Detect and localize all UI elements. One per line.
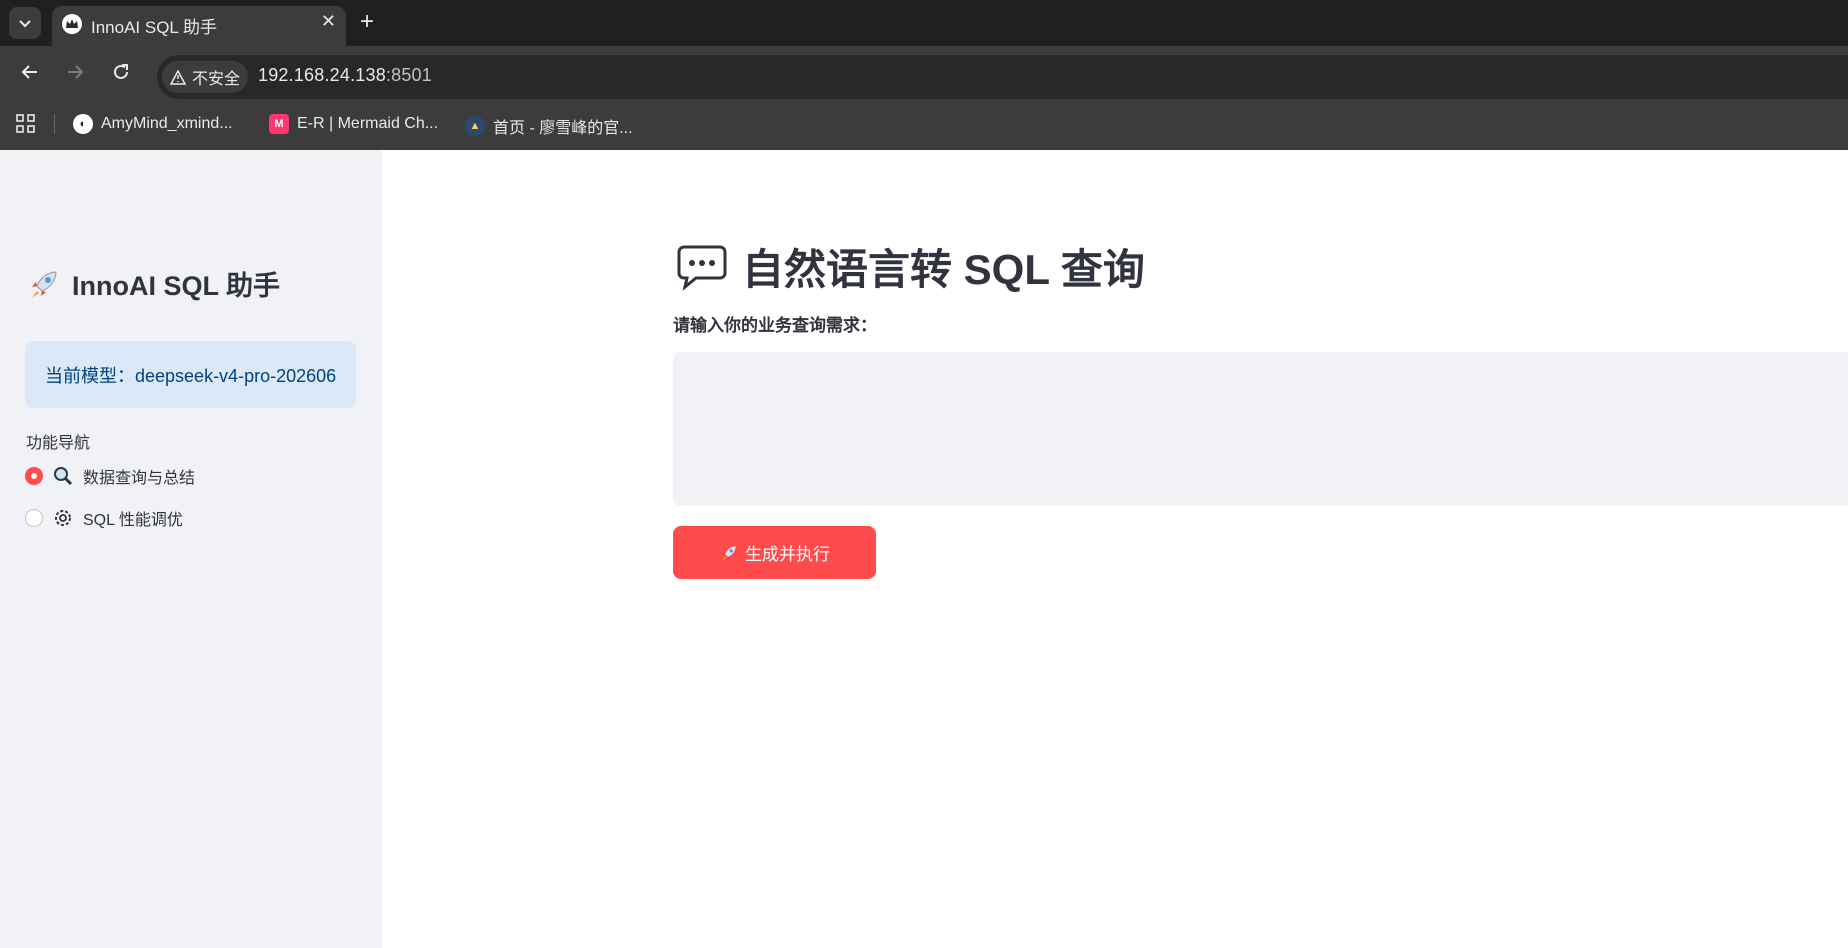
forward-button[interactable]: [61, 58, 89, 86]
sidebar-title: InnoAI SQL 助手: [26, 264, 280, 303]
back-arrow-icon: [21, 65, 37, 79]
query-input-label: 请输入你的业务查询需求：: [673, 316, 877, 335]
model-label: 当前模型：deepseek-v4-pro-202606: [45, 366, 337, 386]
gear-icon: [55, 510, 71, 526]
nav-option-label: SQL 性能调优: [83, 512, 183, 529]
magnifier-icon: [54, 467, 73, 486]
page-title: 自然语言转 SQL 查询: [676, 236, 1145, 297]
forward-arrow-icon: [68, 65, 84, 79]
security-chip[interactable]: 不安全: [162, 61, 248, 93]
rocket-icon: [722, 545, 736, 561]
generate-execute-label: 生成并执行: [745, 545, 830, 564]
url-host: 192.168.24.138: [258, 65, 386, 85]
nav-option-sql-tuning[interactable]: SQL 性能调优: [25, 506, 183, 530]
radio-unselected[interactable]: [25, 509, 43, 527]
reload-icon: [114, 64, 128, 79]
bookmark-label: E-R | Mermaid Ch...: [297, 115, 439, 132]
security-label: 不安全: [191, 71, 240, 88]
nav-option-data-query[interactable]: 数据查询与总结: [25, 464, 195, 488]
amymind-icon: ◐: [73, 114, 93, 134]
radio-selected[interactable]: [25, 467, 43, 485]
bookmark-label: 首页 - 廖雪峰的官...: [493, 120, 633, 137]
bookmark-mermaid[interactable]: M E-R | Mermaid Ch...: [269, 114, 438, 134]
crown-favicon-icon: [62, 14, 82, 34]
bookmark-amymind[interactable]: ◐ AmyMind_xmind...: [73, 114, 233, 134]
reload-button[interactable]: [107, 58, 135, 86]
tab-search-button[interactable]: [9, 7, 41, 39]
generate-execute-button[interactable]: 生成并执行: [673, 526, 876, 579]
query-textarea[interactable]: [673, 352, 1848, 506]
tab-title: InnoAI SQL 助手: [91, 18, 217, 37]
nav-label: 功能导航: [26, 435, 91, 452]
url-text[interactable]: 192.168.24.138:8501: [258, 65, 432, 86]
liaoxuefeng-icon: ▲: [465, 116, 485, 136]
model-info-box: 当前模型：deepseek-v4-pro-202606: [25, 341, 356, 408]
bookmarks-bar: ◐ AmyMind_xmind... M E-R | Mermaid Ch...…: [0, 100, 1848, 150]
main-content: 自然语言转 SQL 查询 请输入你的业务查询需求： 生成并执行: [382, 150, 1848, 948]
nav-option-label: 数据查询与总结: [83, 470, 196, 487]
mermaid-icon: M: [269, 114, 289, 134]
rocket-icon: [32, 270, 57, 298]
browser-toolbar: 不安全 192.168.24.138:8501: [0, 46, 1848, 100]
back-button[interactable]: [16, 58, 44, 86]
url-port: :8501: [385, 65, 432, 85]
sidebar: InnoAI SQL 助手 当前模型：deepseek-v4-pro-20260…: [0, 150, 382, 948]
new-tab-button[interactable]: +: [360, 8, 374, 36]
close-tab-icon[interactable]: ✕: [321, 11, 336, 32]
bookmark-liaoxuefeng[interactable]: ▲ 首页 - 廖雪峰的官...: [465, 114, 633, 138]
page-title-text: 自然语言转 SQL 查询: [742, 246, 1145, 293]
chevron-down-icon: [19, 20, 31, 28]
warning-triangle-icon: [169, 69, 186, 85]
sidebar-title-text: InnoAI SQL 助手: [72, 271, 280, 301]
address-bar[interactable]: 不安全 192.168.24.138:8501: [157, 55, 1848, 99]
bookmark-label: AmyMind_xmind...: [101, 115, 233, 132]
speech-bubble-icon: [677, 245, 727, 291]
bookmarks-divider: [54, 114, 55, 134]
apps-grid-icon[interactable]: [16, 114, 36, 139]
